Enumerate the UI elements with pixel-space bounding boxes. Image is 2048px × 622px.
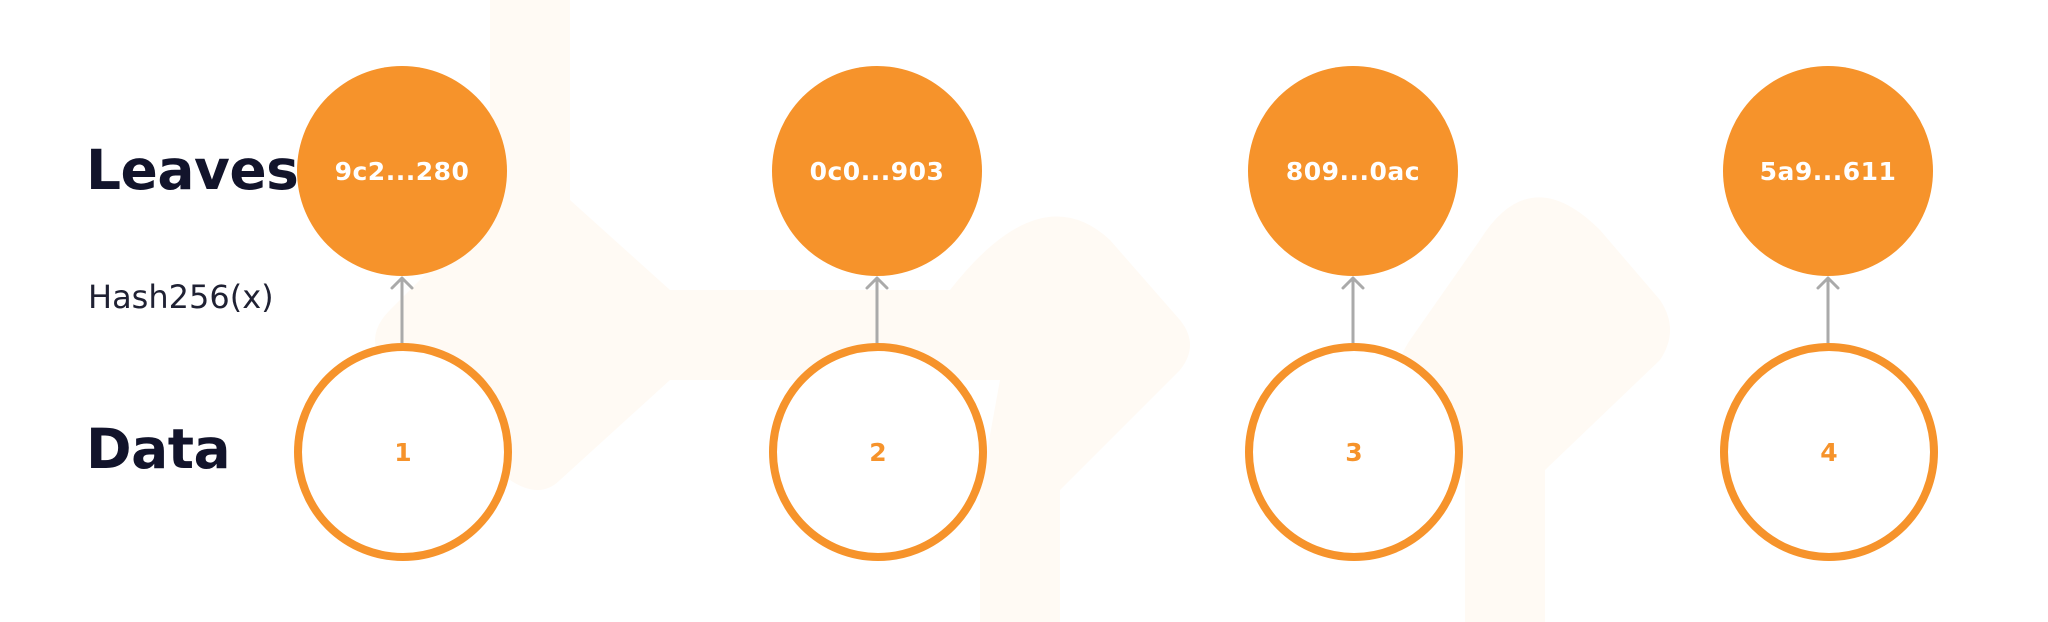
hash-arrow [1816, 276, 1840, 343]
data-value: 3 [1345, 437, 1363, 467]
leaves-row-label: Leaves [86, 138, 299, 202]
hash-arrow [865, 276, 889, 343]
data-value: 4 [1820, 437, 1838, 467]
data-node-4: 4 [1720, 343, 1938, 561]
data-value: 1 [394, 437, 412, 467]
hash-arrow [390, 276, 414, 343]
leaf-hash: 0c0...903 [809, 156, 945, 186]
hash-function-label: Hash256(x) [88, 278, 274, 316]
data-value: 2 [869, 437, 887, 467]
merkle-leaves-diagram: Leaves Hash256(x) Data 9c2...280 0c0...9… [0, 0, 2048, 622]
leaf-node-3: 809...0ac [1248, 66, 1458, 276]
hash-arrow [1341, 276, 1365, 343]
leaf-node-2: 0c0...903 [772, 66, 982, 276]
leaf-node-1: 9c2...280 [297, 66, 507, 276]
leaf-hash: 9c2...280 [334, 156, 470, 186]
leaf-node-4: 5a9...611 [1723, 66, 1933, 276]
data-node-3: 3 [1245, 343, 1463, 561]
data-node-1: 1 [294, 343, 512, 561]
hash-connectors [390, 276, 1840, 343]
leaf-hash: 5a9...611 [1759, 156, 1897, 186]
leaf-hash: 809...0ac [1285, 156, 1421, 186]
data-node-2: 2 [769, 343, 987, 561]
data-row-label: Data [86, 417, 231, 481]
